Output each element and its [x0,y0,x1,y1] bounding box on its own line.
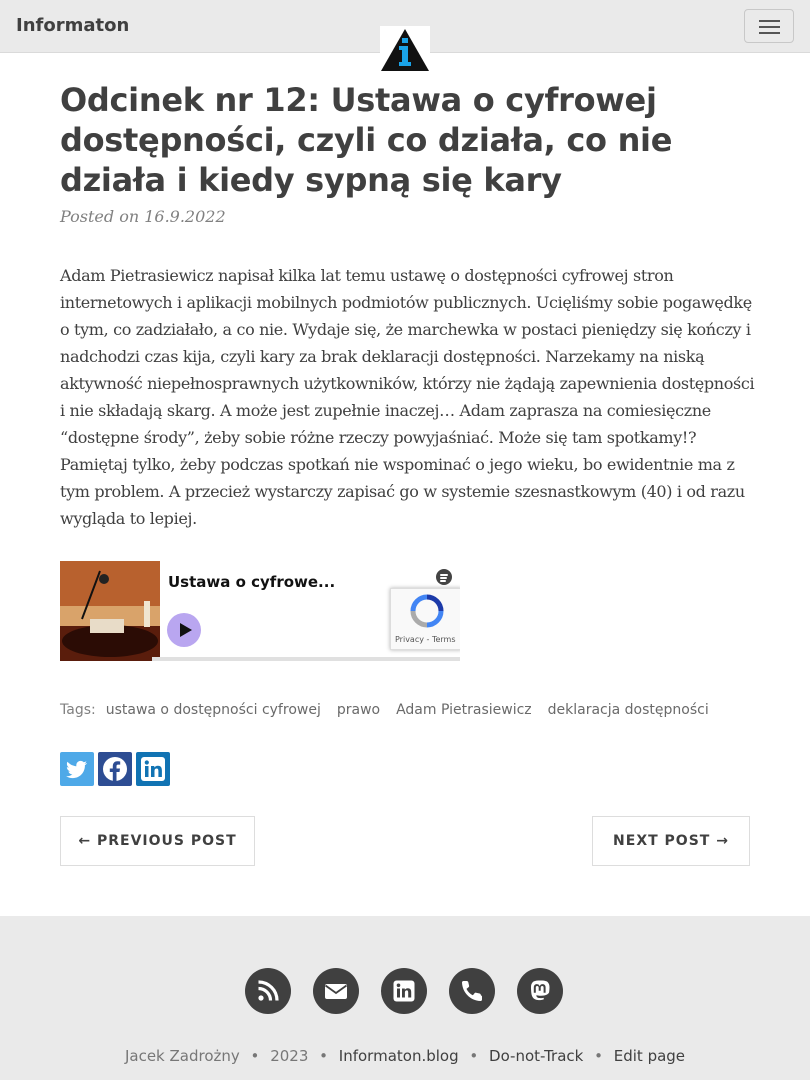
tag-link[interactable]: ustawa o dostępności cyfrowej [106,702,321,718]
linkedin-link[interactable] [381,968,427,1014]
footer-separator: • [594,1047,603,1065]
hamburger-icon-line [759,20,780,22]
share-twitter-button[interactable] [60,752,94,786]
twitter-icon [66,760,87,779]
footer-copyright: Jacek Zadrożny • 2023 • Informaton.blog … [0,1047,810,1065]
post-title: Odcinek nr 12: Ustawa o cyfrowej dostępn… [60,81,673,199]
tag-link[interactable]: prawo [337,702,380,718]
facebook-icon [103,757,127,781]
playback-progress-bar[interactable] [152,657,460,661]
informaton-logo-icon [381,29,429,71]
share-buttons [60,752,170,786]
mastodon-icon [531,980,550,1001]
hamburger-icon-line [759,32,780,34]
linkedin-icon [393,980,415,1002]
spotify-icon[interactable] [436,569,452,585]
play-icon [180,623,192,637]
hamburger-icon-line [759,26,780,28]
footer-separator: • [319,1047,329,1065]
footer-author: Jacek Zadrożny [124,1047,240,1065]
footer-social-links [245,968,563,1014]
footer-edit-link[interactable]: Edit page [614,1047,685,1065]
phone-icon [461,981,482,1002]
episode-cover-image [60,561,160,661]
linkedin-icon [141,757,165,781]
mastodon-link[interactable] [517,968,563,1014]
footer-separator: • [250,1047,260,1065]
share-facebook-button[interactable] [98,752,132,786]
recaptcha-links[interactable]: Privacy - Terms [395,635,456,644]
recaptcha-badge[interactable]: Privacy - Terms [390,588,460,650]
tags-label: Tags: [60,702,96,718]
phone-link[interactable] [449,968,495,1014]
footer-year: 2023 [270,1047,309,1065]
rss-link[interactable] [245,968,291,1014]
tag-link[interactable]: deklaracja dostępności [548,702,709,718]
podcast-embed[interactable]: Ustawa o cyfrowe... Privacy - Terms [60,561,460,661]
episode-title[interactable]: Ustawa o cyfrowe... [168,573,335,591]
tag-link[interactable]: Adam Pietrasiewicz [396,702,532,718]
site-logo[interactable] [380,26,430,72]
previous-post-button[interactable]: ← PREVIOUS POST [60,816,255,866]
share-linkedin-button[interactable] [136,752,170,786]
next-post-button[interactable]: NEXT POST → [592,816,750,866]
footer-separator: • [469,1047,479,1065]
brand-link[interactable]: Informaton [16,15,129,36]
email-link[interactable] [313,968,359,1014]
envelope-icon [324,984,348,999]
tag-list: Tags: ustawa o dostępności cyfrowej praw… [60,702,725,718]
recaptcha-icon [410,594,444,628]
post-body: Adam Pietrasiewicz napisał kilka lat tem… [60,266,755,528]
post-meta: Posted on 16.9.2022 [60,207,226,226]
footer-dnt-link[interactable]: Do-not-Track [489,1047,583,1065]
menu-toggle-button[interactable] [744,9,794,43]
play-button[interactable] [167,613,201,647]
footer-site-link[interactable]: Informaton.blog [339,1047,459,1065]
rss-icon [258,980,279,1001]
footer: Jacek Zadrożny • 2023 • Informaton.blog … [0,916,810,1080]
